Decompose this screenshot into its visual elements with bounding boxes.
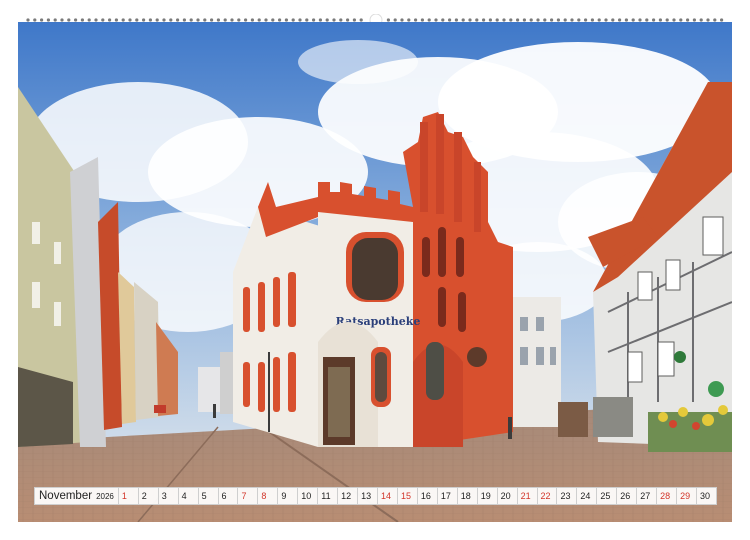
day-cell: 20 [496,488,517,504]
day-cell: 25 [596,488,616,504]
day-cell: 9 [277,488,297,504]
day-cell: 18 [456,488,477,504]
day-cell: 14 [377,488,397,504]
day-cell: 4 [177,488,198,504]
day-cell: 13 [357,488,377,504]
day-cell: 10 [297,488,317,504]
month-label: November [39,490,93,502]
day-cell: 21 [516,488,537,504]
year-label: 2026 [96,491,114,501]
day-cell: 17 [436,488,457,504]
day-cell: 29 [676,488,696,504]
day-cell: 30 [696,488,716,504]
day-cell: 6 [217,488,238,504]
day-cell: 7 [237,488,257,504]
day-cell: 15 [396,488,417,504]
day-cell: 27 [636,488,656,504]
calendar-strip: November 2026 1 2 3 4 5 6 7 8 9 10 11 12 13 14 15 16 17 1… [34,487,717,505]
day-cell: 12 [337,488,357,504]
street-scene: Ratsapotheke [18,22,732,522]
day-cell: 28 [656,488,676,504]
day-cell: 16 [416,488,437,504]
day-cell: 11 [317,488,337,504]
day-cell: 1 [117,488,138,504]
day-cell: 22 [536,488,557,504]
days-row: 1 2 3 4 5 6 7 8 9 10 11 12 13 14 15 16 17 18 19 20 21 22 23 24 2… [117,488,716,504]
day-cell: 19 [476,488,497,504]
day-cell: 5 [197,488,218,504]
day-cell: 8 [257,488,277,504]
day-cell: 3 [157,488,178,504]
day-cell: 2 [137,488,158,504]
white-neoclassical-building [513,297,561,427]
calendar-photo: Ratsapotheke [18,22,732,522]
day-cell: 23 [556,488,576,504]
day-cell: 26 [616,488,636,504]
calendar-page: Ratsapotheke November 2026 1 2 3 4 5 6 7… [0,0,750,540]
day-cell: 24 [576,488,596,504]
